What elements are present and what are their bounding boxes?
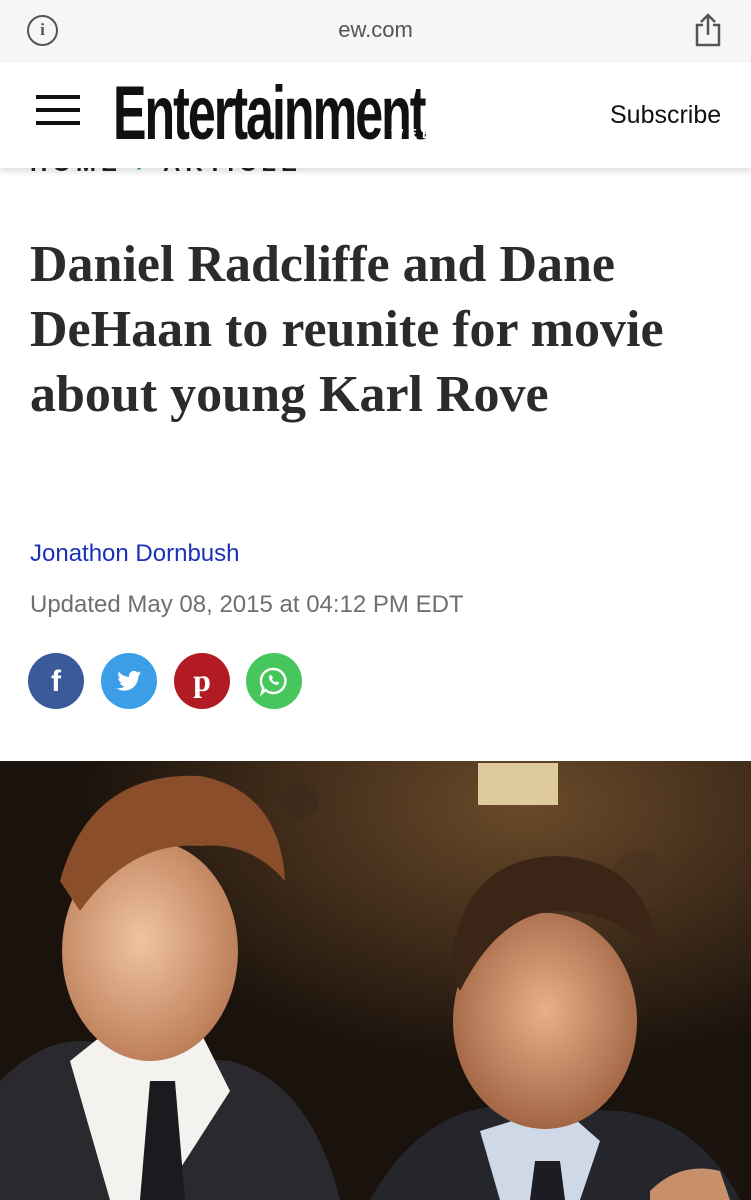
whatsapp-icon: [259, 667, 287, 696]
logo-subtext: WEEKLY: [391, 126, 476, 141]
logo-text: Entertainment: [113, 71, 426, 156]
subscribe-link[interactable]: Subscribe: [610, 101, 721, 130]
site-header: Entertainment WEEKLY Subscribe: [0, 62, 751, 168]
whatsapp-share-button[interactable]: [246, 653, 302, 709]
share-icon[interactable]: [694, 13, 722, 47]
url-text[interactable]: ew.com: [0, 17, 751, 43]
browser-url-bar: i ew.com: [0, 0, 751, 62]
hero-photo-illustration: [0, 761, 751, 1200]
article-title: Daniel Radcliffe and Dane DeHaan to reun…: [30, 236, 664, 423]
pinterest-icon: p: [193, 662, 211, 698]
twitter-share-button[interactable]: [101, 653, 157, 709]
facebook-icon: f: [51, 665, 61, 698]
facebook-share-button[interactable]: f: [28, 653, 84, 709]
author-link[interactable]: Jonathon Dornbush: [30, 540, 239, 568]
hamburger-menu-icon[interactable]: [36, 95, 80, 125]
updated-timestamp: Updated May 08, 2015 at 04:12 PM EDT: [30, 591, 464, 618]
pinterest-share-button[interactable]: p: [174, 653, 230, 709]
twitter-icon: [116, 670, 142, 691]
article-hero-image[interactable]: [0, 761, 751, 1200]
entertainment-weekly-logo[interactable]: Entertainment WEEKLY: [113, 76, 499, 156]
